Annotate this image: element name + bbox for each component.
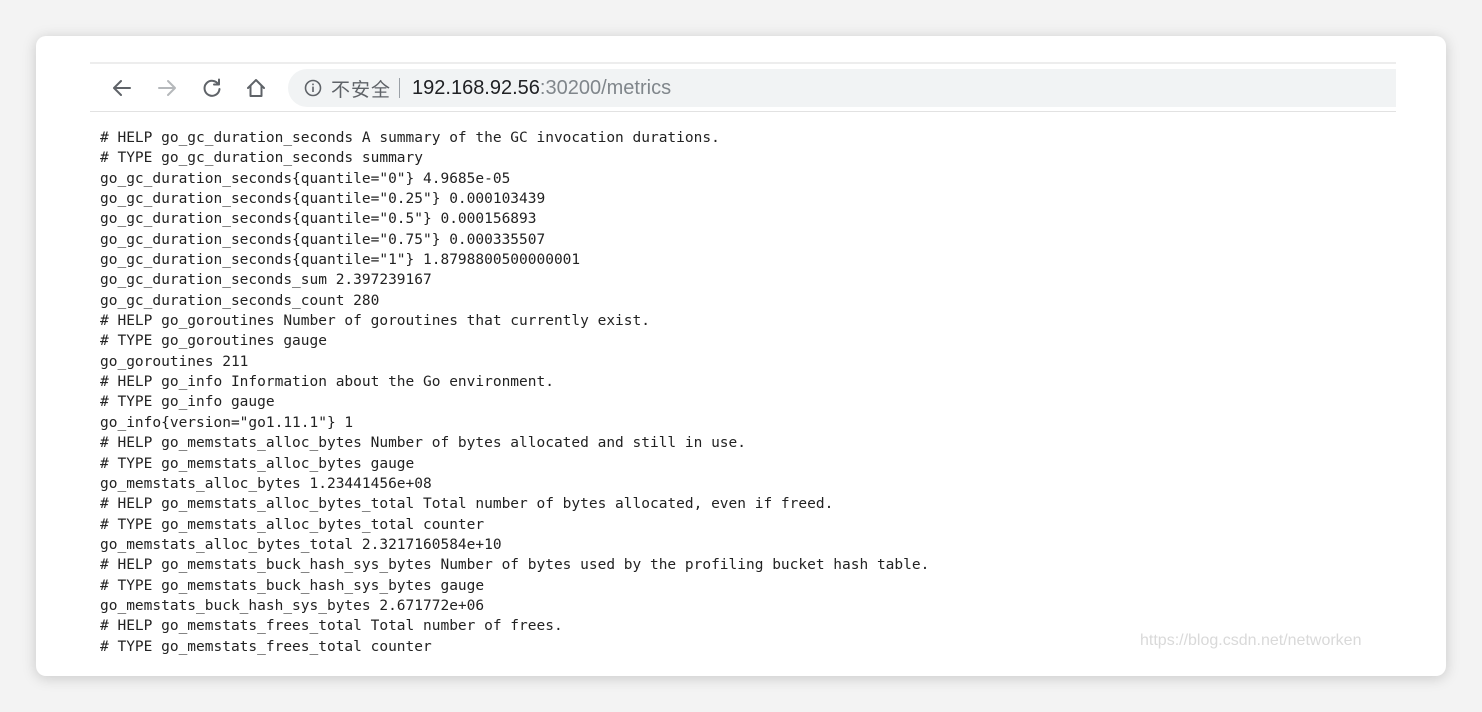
metric-line: go_gc_duration_seconds{quantile="0"} 4.9…: [100, 170, 511, 187]
page-content: # HELP go_gc_duration_seconds A summary …: [100, 128, 1400, 668]
metric-line: # HELP go_goroutines Number of goroutine…: [100, 313, 650, 330]
metric-line: go_gc_duration_seconds_count 280: [100, 292, 380, 309]
metric-line: go_memstats_alloc_bytes_total 2.32171605…: [100, 536, 502, 553]
metric-line: go_memstats_alloc_bytes 1.23441456e+08: [100, 475, 432, 492]
address-bar[interactable]: 不安全 192.168.92.56:30200/metrics: [288, 69, 1396, 107]
metric-line: # TYPE go_gc_duration_seconds summary: [100, 150, 424, 167]
reload-icon: [203, 78, 221, 97]
metric-line: # HELP go_memstats_alloc_bytes Number of…: [100, 435, 747, 452]
home-button[interactable]: [242, 74, 270, 102]
arrow-right-icon: [158, 80, 176, 96]
reload-button[interactable]: [198, 74, 226, 102]
metric-line: go_gc_duration_seconds{quantile="0.5"} 0…: [100, 211, 537, 228]
metric-line: go_goroutines 211: [100, 353, 249, 370]
metric-line: # TYPE go_info gauge: [100, 394, 275, 411]
url-port-path: :30200/metrics: [539, 76, 672, 99]
metric-line: # TYPE go_memstats_buck_hash_sys_bytes g…: [100, 577, 485, 594]
metrics-text: # HELP go_gc_duration_seconds A summary …: [100, 128, 1400, 657]
metric-line: # HELP go_memstats_alloc_bytes_total Tot…: [100, 496, 834, 513]
url-text[interactable]: 192.168.92.56:30200/metrics: [412, 77, 671, 100]
info-circle-icon[interactable]: [304, 79, 322, 97]
watermark-text: https://blog.csdn.net/networken: [1140, 632, 1362, 649]
forward-button[interactable]: [153, 74, 181, 102]
metric-line: go_gc_duration_seconds{quantile="1"} 1.8…: [100, 252, 581, 269]
tab-strip-edge: [90, 62, 1396, 64]
metric-line: go_info{version="go1.11.1"} 1: [100, 414, 354, 431]
metric-line: go_gc_duration_seconds_sum 2.397239167: [100, 272, 432, 289]
back-button[interactable]: [108, 74, 136, 102]
url-host: 192.168.92.56: [412, 76, 540, 99]
browser-toolbar: 不安全 192.168.92.56:30200/metrics: [90, 65, 1396, 112]
security-status-label[interactable]: 不安全: [331, 75, 391, 102]
browser-window: 不安全 192.168.92.56:30200/metrics # HELP g…: [36, 36, 1446, 676]
metric-line: # HELP go_info Information about the Go …: [100, 374, 554, 391]
metric-line: # TYPE go_memstats_alloc_bytes_total cou…: [100, 516, 485, 533]
metric-line: go_gc_duration_seconds{quantile="0.75"} …: [100, 231, 546, 248]
metric-line: # HELP go_gc_duration_seconds A summary …: [100, 130, 720, 146]
arrow-left-icon: [113, 80, 131, 96]
home-icon: [247, 79, 265, 97]
metric-line: go_memstats_buck_hash_sys_bytes 2.671772…: [100, 597, 485, 614]
metric-line: go_gc_duration_seconds{quantile="0.25"} …: [100, 191, 546, 208]
metric-line: # TYPE go_memstats_alloc_bytes gauge: [100, 455, 415, 472]
metric-line: # TYPE go_goroutines gauge: [100, 333, 327, 350]
metric-line: # HELP go_memstats_buck_hash_sys_bytes N…: [100, 557, 930, 574]
address-separator: [399, 78, 401, 98]
